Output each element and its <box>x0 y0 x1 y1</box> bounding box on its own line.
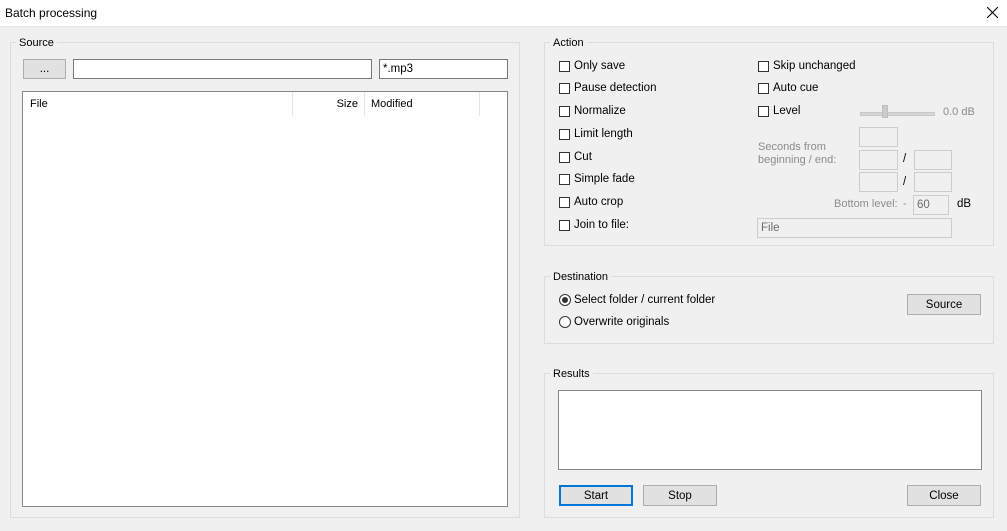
seconds-label-line2: beginning / end: <box>758 154 837 166</box>
only-save-checkbox[interactable]: Only save <box>559 60 625 72</box>
column-modified-label: Modified <box>371 98 413 110</box>
destination-group-label: Destination <box>550 271 612 283</box>
file-list[interactable]: File Size Modified <box>22 91 508 507</box>
source-path-input[interactable] <box>73 59 372 79</box>
limit-length-input[interactable] <box>859 127 898 147</box>
simple-fade-checkbox[interactable]: Simple fade <box>559 173 635 185</box>
join-to-file-checkbox[interactable]: Join to file: <box>559 219 629 231</box>
start-button[interactable]: Start <box>559 485 633 506</box>
column-file[interactable]: File <box>23 92 293 116</box>
overwrite-originals-label: Overwrite originals <box>574 316 670 328</box>
limit-length-checkbox-box[interactable] <box>559 128 570 140</box>
normalize-label: Normalize <box>574 105 626 117</box>
column-size[interactable]: Size <box>293 92 365 116</box>
overwrite-originals-radio[interactable]: Overwrite originals <box>559 316 669 328</box>
file-filter-input[interactable] <box>379 59 508 79</box>
action-group-label: Action <box>550 37 587 49</box>
auto-cue-label: Auto cue <box>773 82 819 94</box>
join-file-input[interactable] <box>757 218 952 238</box>
pause-detection-checkbox-box[interactable] <box>559 82 570 94</box>
source-group-label: Source <box>16 37 57 49</box>
fade-begin-input[interactable] <box>859 172 898 192</box>
join-to-file-label: Join to file: <box>574 219 629 231</box>
select-folder-radio[interactable]: Select folder / current folder <box>559 294 715 306</box>
level-checkbox-box[interactable] <box>758 105 769 117</box>
level-slider-thumb[interactable] <box>882 105 888 118</box>
skip-unchanged-label: Skip unchanged <box>773 60 856 72</box>
cut-end-input[interactable] <box>914 150 952 170</box>
simple-fade-checkbox-box[interactable] <box>559 173 570 185</box>
results-group-label: Results <box>550 368 593 380</box>
file-list-header: File Size Modified <box>23 92 507 116</box>
cut-label: Cut <box>574 151 592 163</box>
auto-crop-checkbox-box[interactable] <box>559 196 570 208</box>
close-icon <box>987 7 998 18</box>
only-save-checkbox-box[interactable] <box>559 60 570 72</box>
simple-fade-label: Simple fade <box>574 173 635 185</box>
level-slider-track[interactable] <box>860 112 935 116</box>
destination-source-button[interactable]: Source <box>907 294 981 315</box>
cut-checkbox-box[interactable] <box>559 151 570 163</box>
join-to-file-checkbox-box[interactable] <box>559 219 570 231</box>
level-checkbox[interactable]: Level <box>758 105 801 117</box>
cut-checkbox[interactable]: Cut <box>559 151 592 163</box>
only-save-label: Only save <box>574 60 626 72</box>
level-label: Level <box>773 105 801 117</box>
pause-detection-label: Pause detection <box>574 82 657 94</box>
stop-button[interactable]: Stop <box>643 485 717 506</box>
pause-detection-checkbox[interactable]: Pause detection <box>559 82 656 94</box>
seconds-label-line1: Seconds from <box>758 141 826 153</box>
column-size-label: Size <box>336 98 358 110</box>
bottom-level-label: Bottom level: <box>834 198 898 210</box>
overwrite-originals-radio-dot[interactable] <box>559 316 571 328</box>
limit-length-label: Limit length <box>574 128 633 140</box>
close-window-button[interactable] <box>977 0 1007 26</box>
normalize-checkbox[interactable]: Normalize <box>559 105 626 117</box>
select-folder-label: Select folder / current folder <box>574 294 716 306</box>
cut-begin-input[interactable] <box>859 150 898 170</box>
cut-slash: / <box>903 153 907 165</box>
bottom-level-unit: dB <box>957 198 972 210</box>
fade-end-input[interactable] <box>914 172 952 192</box>
bottom-level-input[interactable] <box>913 195 949 215</box>
skip-unchanged-checkbox[interactable]: Skip unchanged <box>758 60 855 72</box>
bottom-level-sign: - <box>903 198 907 210</box>
title-bar: Batch processing <box>0 0 1007 27</box>
auto-crop-checkbox[interactable]: Auto crop <box>559 196 623 208</box>
auto-cue-checkbox-box[interactable] <box>758 82 769 94</box>
auto-cue-checkbox[interactable]: Auto cue <box>758 82 818 94</box>
fade-slash: / <box>903 176 907 188</box>
results-output[interactable] <box>558 390 982 470</box>
limit-length-checkbox[interactable]: Limit length <box>559 128 633 140</box>
column-file-label: File <box>30 98 48 110</box>
level-value: 0.0 dB <box>943 106 975 118</box>
normalize-checkbox-box[interactable] <box>559 105 570 117</box>
window-title: Batch processing <box>5 6 98 20</box>
skip-unchanged-checkbox-box[interactable] <box>758 60 769 72</box>
browse-button[interactable]: ... <box>23 59 66 79</box>
close-button[interactable]: Close <box>907 485 981 506</box>
auto-crop-label: Auto crop <box>574 196 624 208</box>
select-folder-radio-dot[interactable] <box>559 294 571 306</box>
column-modified[interactable]: Modified <box>365 92 480 116</box>
